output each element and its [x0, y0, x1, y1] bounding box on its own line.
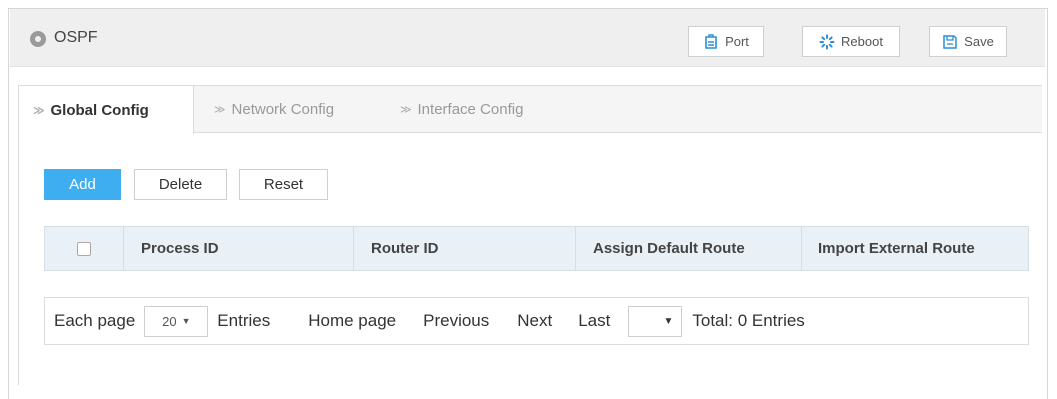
- save-button[interactable]: Save: [929, 26, 1007, 57]
- port-icon: [703, 33, 719, 50]
- location-pin-icon: [30, 31, 46, 47]
- port-button[interactable]: Port: [688, 26, 764, 57]
- tab-label: Global Config: [50, 101, 149, 119]
- reboot-button[interactable]: Reboot: [802, 26, 900, 57]
- data-table-header: Process ID Router ID Assign Default Rout…: [44, 226, 1029, 271]
- column-header-process-id[interactable]: Process ID: [124, 227, 354, 270]
- page-title: OSPF: [54, 29, 98, 46]
- tab-global-config[interactable]: ≫ Global Config: [19, 86, 194, 134]
- save-floppy-icon: [942, 34, 958, 50]
- column-header-import-external-route[interactable]: Import External Route: [802, 227, 1028, 270]
- delete-button[interactable]: Delete: [134, 169, 227, 200]
- previous-page-link[interactable]: Previous: [423, 311, 489, 331]
- pagination-bar: Each page 20 ▼ Entries Home page Previou…: [44, 297, 1029, 345]
- select-all-checkbox[interactable]: [77, 241, 91, 256]
- page-size-value: 20: [162, 313, 177, 329]
- home-page-link[interactable]: Home page: [308, 311, 396, 331]
- tab-network-config[interactable]: ≫ Network Config: [200, 86, 348, 133]
- next-page-link[interactable]: Next: [517, 311, 552, 331]
- reboot-button-label: Reboot: [841, 34, 883, 49]
- port-button-label: Port: [725, 34, 749, 49]
- select-all-cell: [45, 227, 124, 270]
- last-page-link[interactable]: Last: [578, 311, 610, 331]
- double-chevron-icon: ≫: [214, 104, 226, 116]
- page-jump-select[interactable]: ▼: [628, 305, 683, 337]
- tab-label: Interface Config: [417, 101, 524, 118]
- tab-bar: ≫ Global Config ≫ Network Config ≫ Inter…: [19, 86, 1042, 134]
- each-page-label: Each page: [54, 311, 136, 330]
- reboot-spinner-icon: [819, 34, 835, 50]
- dropdown-caret-icon: ▼: [663, 315, 674, 327]
- double-chevron-icon: ≫: [33, 104, 45, 117]
- header-bar: OSPF Port Reboot Save: [10, 9, 1045, 67]
- tab-label: Network Config: [231, 101, 335, 118]
- save-button-label: Save: [964, 34, 994, 49]
- dropdown-caret-icon: ▼: [181, 316, 191, 326]
- total-entries-label: Total: 0 Entries: [692, 311, 805, 330]
- entries-label: Entries: [217, 311, 271, 330]
- tab-interface-config[interactable]: ≫ Interface Config: [386, 86, 537, 133]
- double-chevron-icon: ≫: [400, 104, 412, 116]
- page-size-select[interactable]: 20 ▼: [144, 305, 209, 337]
- reset-button[interactable]: Reset: [239, 169, 328, 200]
- add-button[interactable]: Add: [44, 169, 121, 200]
- column-header-router-id[interactable]: Router ID: [354, 227, 576, 270]
- column-header-assign-default-route[interactable]: Assign Default Route: [576, 227, 802, 270]
